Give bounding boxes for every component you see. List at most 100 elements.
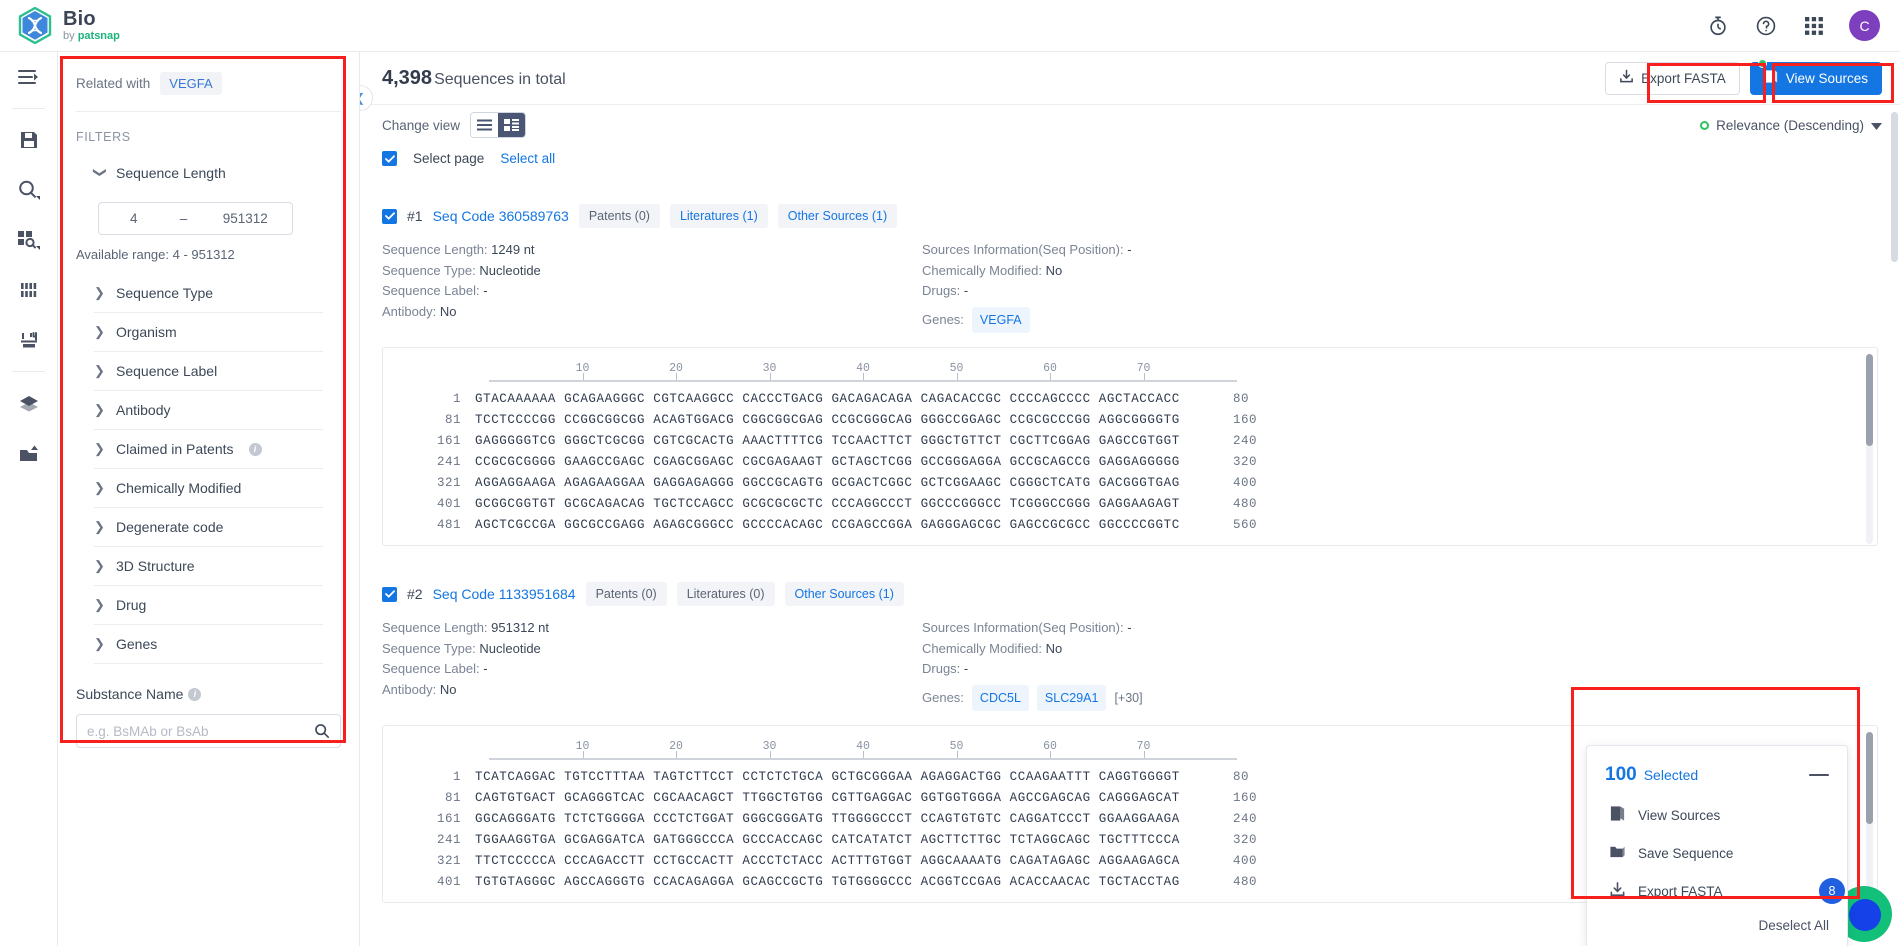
record-checkbox[interactable] [382,208,397,224]
filter-group-organism[interactable]: ❯ Organism [94,313,323,352]
sequence-length-min-input[interactable] [103,211,164,226]
record-code-link[interactable]: Seq Code 360589763 [433,208,569,224]
field-sources-information: Sources Information(Seq Position): - [922,242,1132,257]
field-sequence-length: Sequence Length: 951312 nt [382,620,550,635]
substance-name-input-wrap[interactable] [76,714,341,748]
range-separator: – [179,211,188,226]
sequence-length-range[interactable]: – [98,202,293,235]
folder-icon [1609,843,1626,863]
sequence-length-max-input[interactable] [203,211,288,226]
filter-group-3d-structure[interactable]: ❯ 3D Structure [94,547,323,586]
help-question-icon[interactable] [1753,13,1779,39]
export-inbox-icon[interactable] [0,428,58,478]
view-sources-button[interactable]: View Sources [1749,58,1882,95]
tools-icon[interactable] [0,315,58,365]
chat-badge[interactable]: 8 [1819,878,1845,904]
list-view-icon[interactable] [471,113,499,137]
brand-text: Bio by patsnap [63,9,120,42]
view-controls: Change view Relevance (Descending) [360,105,1900,145]
selected-label: Selected [1643,767,1699,783]
sequence-icon[interactable] [0,265,58,315]
filter-group-genes[interactable]: ❯ Genes [94,625,323,664]
search-icon[interactable] [0,165,58,215]
library-icon[interactable] [0,378,58,428]
apps-grid-icon[interactable] [1801,13,1827,39]
chevron-down-icon: ❯ [93,167,108,178]
panel-save-sequence-action[interactable]: Save Sequence [1587,834,1847,872]
record-right-fields: Sources Information(Seq Position): - Che… [922,240,1878,333]
search-icon[interactable] [314,723,340,739]
select-page-checkbox[interactable] [382,151,397,166]
record-code-link[interactable]: Seq Code 1133951684 [433,586,576,602]
filter-group-label: Sequence Length [116,165,226,181]
sequence-scrollbar[interactable] [1866,732,1873,902]
panel-action-label: View Sources [1638,807,1721,823]
main-scrollbar[interactable] [1891,112,1898,946]
sequence-line: 1 GTACAAAAAA GCAGAAGGGC CGTCAAGGCC CACCCT… [383,388,1877,409]
brand[interactable]: Bio by patsnap [0,6,120,45]
avatar[interactable]: C [1849,10,1880,41]
info-icon[interactable]: i [248,442,262,456]
filter-group-drug[interactable]: ❯ Drug [94,586,323,625]
sequence-scroll-thumb[interactable] [1866,354,1873,446]
substance-name-input[interactable] [77,723,314,739]
filter-group-degenerate-code[interactable]: ❯ Degenerate code [94,508,323,547]
seq-end-index: 160 [1233,412,1258,427]
filter-group-sequence-type[interactable]: ❯ Sequence Type [94,274,323,313]
gene-chip[interactable]: SLC29A1 [1036,684,1107,711]
ruler-tick [676,373,677,380]
sequence-line: 161 GAGGGGGTCG GGGCTCGCGG CGTCGCACTG AAAC… [383,430,1877,451]
history-timer-icon[interactable] [1705,13,1731,39]
tag-literatures[interactable]: Literatures (1) [669,204,768,228]
deselect-all-link[interactable]: Deselect All [1587,910,1847,946]
sequence-scrollbar[interactable] [1866,354,1873,544]
filter-group-antibody[interactable]: ❯ Antibody [94,391,323,430]
tag-literatures[interactable]: Literatures (0) [676,582,775,606]
gene-chip[interactable]: CDC5L [971,684,1029,711]
sequence-viewer[interactable]: 10 20 30 40 50 60 70 [382,347,1878,546]
brand-title: Bio [63,8,96,30]
structure-search-icon[interactable] [0,215,58,265]
sequence-record: #1 Seq Code 360589763 Patents (0) Litera… [360,198,1900,546]
seq-start-index: 401 [436,496,461,511]
record-checkbox[interactable] [382,586,397,602]
total-suffix: Sequences in total [434,70,566,88]
change-view-label: Change view [382,117,461,133]
tag-patents[interactable]: Patents (0) [585,582,667,606]
panel-export-fasta-action[interactable]: Export FASTA [1587,872,1847,910]
minimize-icon[interactable] [1809,773,1829,777]
seq-start-index: 481 [436,517,461,532]
card-view-icon[interactable] [498,113,526,137]
collapse-menu-icon[interactable] [0,52,58,102]
genes-label: Genes: [922,311,964,327]
chevron-right-icon: ❯ [94,480,105,495]
gene-chip[interactable]: VEGFA [971,306,1030,333]
export-fasta-button[interactable]: Export FASTA [1605,61,1740,95]
filter-group-sequence-label[interactable]: ❯ Sequence Label [94,352,323,391]
info-icon[interactable]: i [188,687,202,701]
seq-start-index: 1 [452,769,461,784]
tag-other-sources[interactable]: Other Sources (1) [784,582,904,606]
rail-divider [12,108,45,109]
filter-group-sequence-length[interactable]: ❯ Sequence Length [93,154,323,192]
sort-dropdown[interactable]: Relevance (Descending) [1700,118,1882,133]
panel-view-sources-action[interactable]: View Sources [1587,796,1847,834]
sequence-scroll-thumb[interactable] [1866,732,1873,824]
substance-name-block: Substance Name i [58,664,359,748]
ruler-tick [863,373,864,380]
filter-group-claimed-in-patents[interactable]: ❯ Claimed in Patents i [94,430,323,469]
related-gene-chip[interactable]: VEGFA [160,72,222,95]
select-all-link[interactable]: Select all [500,151,555,166]
tag-other-sources[interactable]: Other Sources (1) [777,204,898,228]
filters-heading: FILTERS [76,130,131,144]
genes-more-link[interactable]: [+30] [1114,688,1142,709]
saved-documents-icon[interactable] [0,115,58,165]
seq-end-index: 320 [1233,454,1258,469]
main-scroll-thumb[interactable] [1891,112,1898,262]
seq-start-index: 241 [436,832,461,847]
field-chemically-modified: Chemically Modified: No [922,640,1063,656]
filter-group-chemically-modified[interactable]: ❯ Chemically Modified [94,469,323,508]
export-fasta-label: Export FASTA [1641,70,1726,86]
tag-patents[interactable]: Patents (0) [578,204,660,228]
filter-group-label: Chemically Modified [116,480,242,496]
